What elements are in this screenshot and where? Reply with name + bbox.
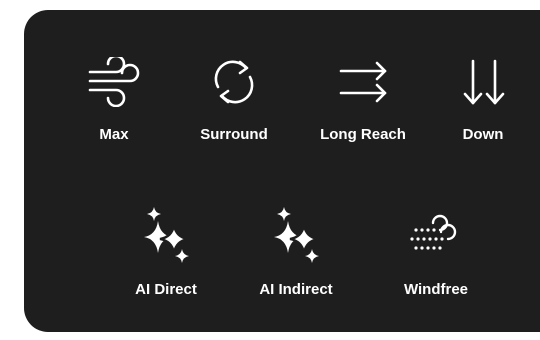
mode-ai-direct[interactable]: AI Direct xyxy=(106,205,226,298)
mode-label: Surround xyxy=(200,126,268,143)
wind-icon xyxy=(82,50,146,114)
mode-surround[interactable]: Surround xyxy=(174,50,294,143)
double-arrow-down-icon xyxy=(451,50,515,114)
mode-label: Long Reach xyxy=(320,126,406,143)
rotate-icon xyxy=(202,50,266,114)
mode-windfree[interactable]: Windfree xyxy=(376,205,496,298)
mode-label: Max xyxy=(99,126,129,143)
mode-label: Down xyxy=(462,126,504,143)
mode-label: Windfree xyxy=(403,281,469,298)
mode-long-reach[interactable]: Long Reach xyxy=(303,50,423,143)
double-arrow-right-icon xyxy=(331,50,395,114)
mode-ai-indirect[interactable]: AI Indirect xyxy=(236,205,356,298)
airflow-modes-panel: Max Surround Long Reach Down AI Direct A… xyxy=(24,10,540,332)
mode-label: AI Direct xyxy=(135,281,197,298)
mode-max[interactable]: Max xyxy=(54,50,174,143)
mode-down[interactable]: Down xyxy=(423,50,540,143)
windfree-icon xyxy=(404,205,468,269)
mode-label: AI Indirect xyxy=(259,281,333,298)
sparkle-icon xyxy=(264,205,328,269)
sparkle-icon xyxy=(134,205,198,269)
